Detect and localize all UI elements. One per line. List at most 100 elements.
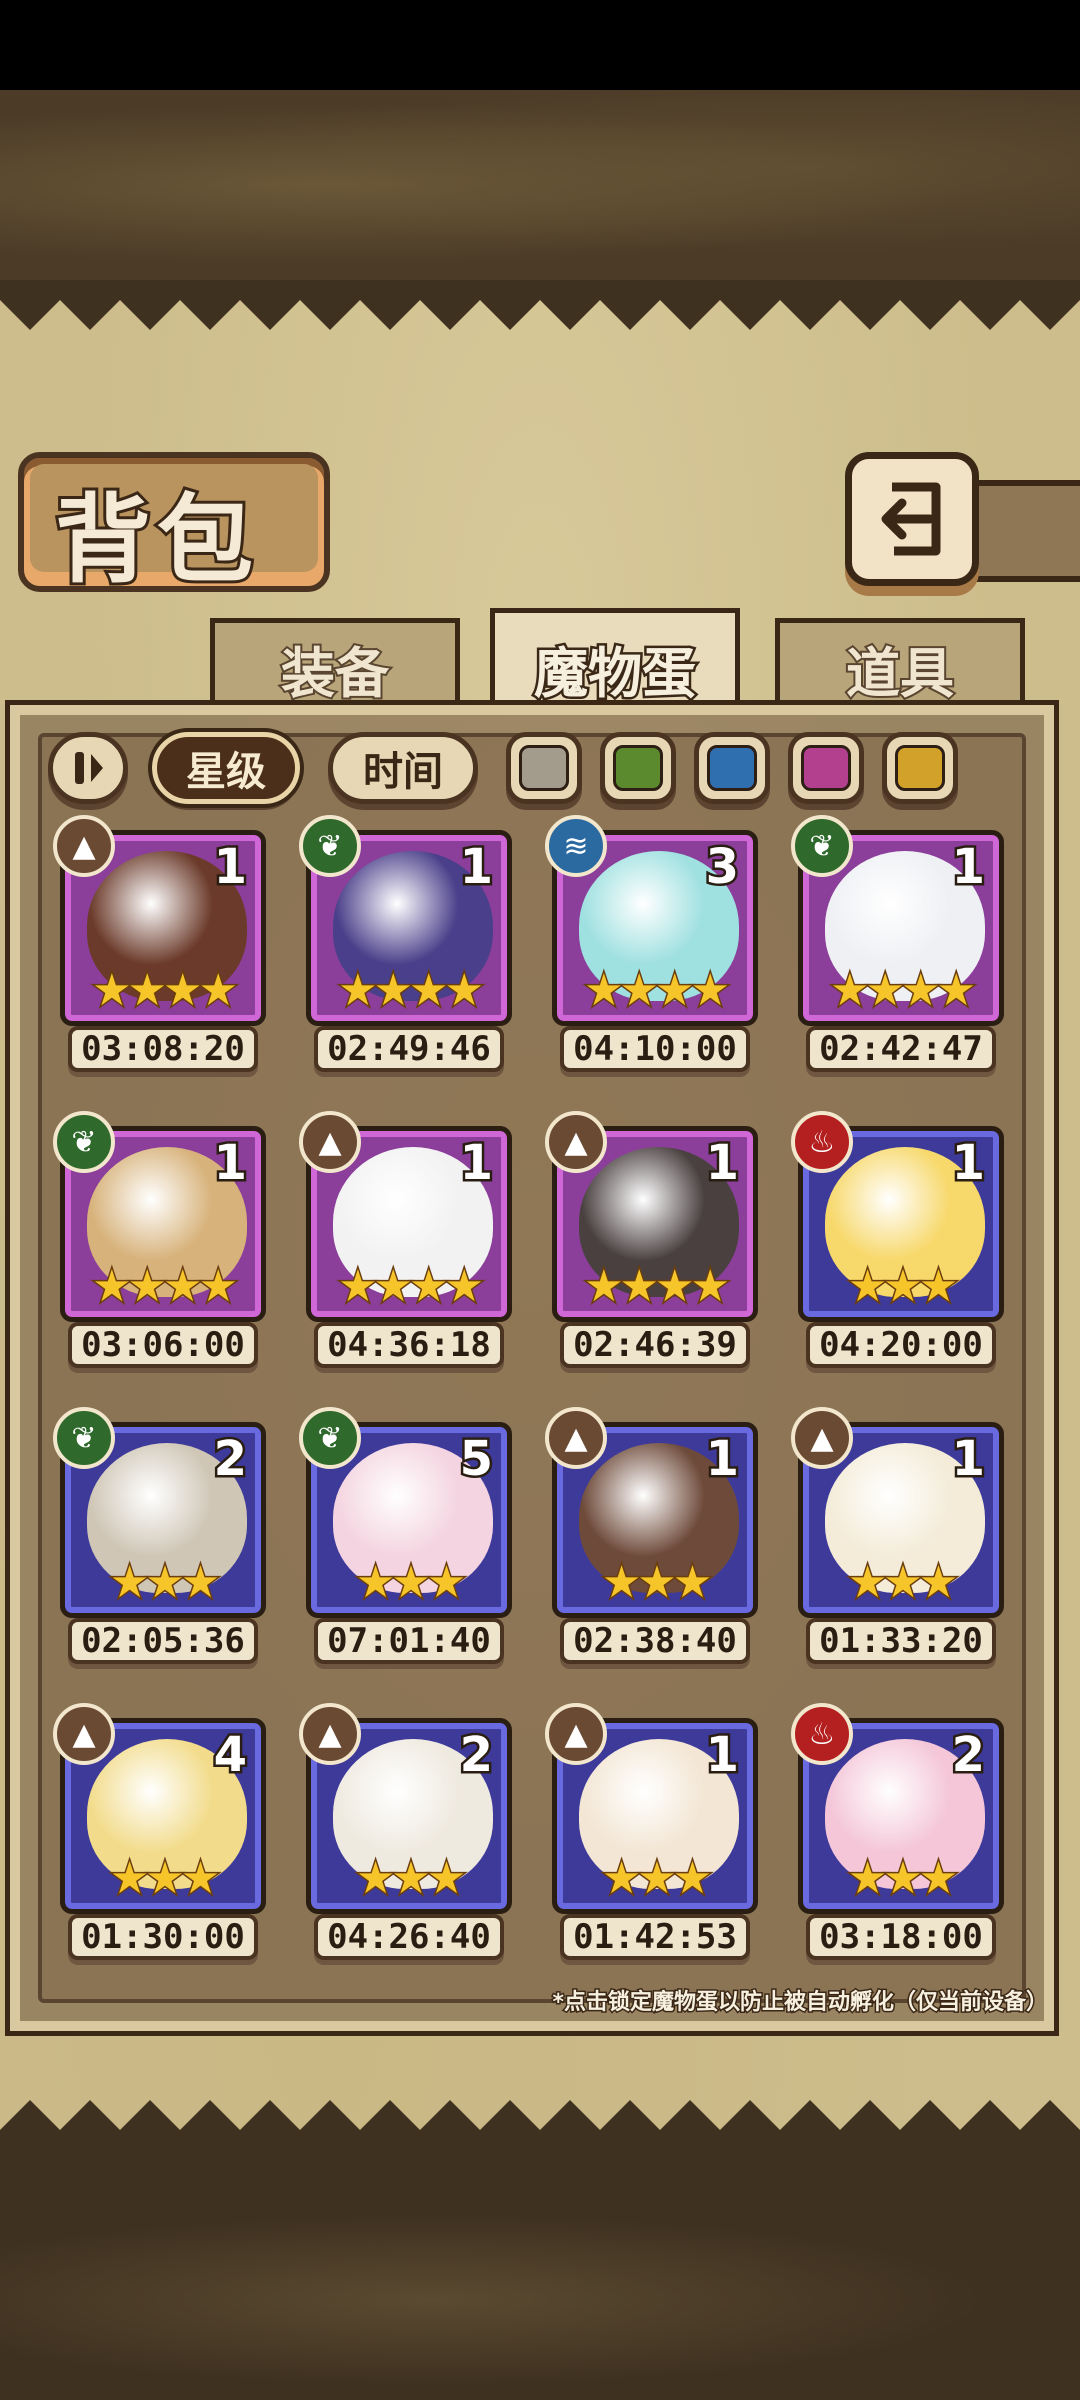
pause-icon [75,752,103,784]
egg-count: 3 [703,837,741,898]
hatch-timer: 02:46:39 [560,1322,750,1368]
egg-count: 1 [949,1133,987,1194]
egg-count: 1 [703,1429,741,1490]
tab-equipment-label: 装备 [279,639,391,707]
egg-count: 1 [949,1429,987,1490]
egg-card[interactable]: ▲ 1 ★★★★ [299,1111,512,1322]
earth-element-icon: ▲ [791,1407,853,1469]
earth-element-icon: ▲ [545,1407,607,1469]
hatch-timer: 02:38:40 [560,1618,750,1664]
pause-button[interactable] [48,732,128,804]
egg-card[interactable]: ❦ 1 ★★★★ [299,815,512,1026]
filter-color-purple[interactable] [788,732,864,804]
water-element-icon: ≋ [545,815,607,877]
swatch-gold [895,745,945,791]
egg-card[interactable]: ▲ 1 ★★★ [545,1407,758,1618]
tab-items[interactable]: 道具 [775,618,1025,713]
leaf-element-icon: ❦ [53,1407,115,1469]
status-bar [0,0,1080,90]
earth-element-icon: ▲ [53,1703,115,1765]
star-rating: ★★★ [600,1853,713,1904]
earth-element-icon: ▲ [53,815,115,877]
tab-items-label: 道具 [844,639,956,707]
hatch-timer: 04:26:40 [314,1914,504,1960]
fire-element-icon: ♨ [791,1111,853,1173]
swatch-purple [801,745,851,791]
egg-count: 2 [211,1429,249,1490]
hatch-timer: 03:18:00 [806,1914,996,1960]
earth-element-icon: ▲ [545,1703,607,1765]
map-background-bottom [0,2200,1080,2400]
egg-card[interactable]: ♨ 2 ★★★ [791,1703,1004,1914]
hatch-timer: 01:30:00 [68,1914,258,1960]
egg-count: 1 [457,1133,495,1194]
hatch-timer: 02:05:36 [68,1618,258,1664]
hatch-timer: 04:36:18 [314,1322,504,1368]
egg-count: 5 [457,1429,495,1490]
fire-element-icon: ♨ [791,1703,853,1765]
egg-count: 2 [949,1725,987,1786]
torn-edge-top [0,280,1080,330]
page-title: 背包 [52,480,259,599]
star-rating: ★★★★ [583,1261,732,1312]
leaf-element-icon: ❦ [299,1407,361,1469]
star-rating: ★★★★ [337,965,486,1016]
star-rating: ★★★★ [583,965,732,1016]
leaf-element-icon: ❦ [791,815,853,877]
star-rating: ★★★ [108,1853,221,1904]
hatch-timer: 03:08:20 [68,1026,258,1072]
star-rating: ★★★ [846,1261,959,1312]
star-rating: ★★★★ [91,965,240,1016]
egg-card[interactable]: ❦ 1 ★★★★ [53,1111,266,1322]
lock-hint-footnote: *点击锁定魔物蛋以防止被自动孵化（仅当前设备） [551,1989,1050,2017]
tab-monster-eggs-label: 魔物蛋 [532,638,699,707]
egg-count: 1 [949,837,987,898]
map-background-top [0,90,1080,280]
tab-bar: 装备 魔物蛋 道具 [0,600,1080,723]
star-rating: ★★★ [354,1557,467,1608]
hatch-timer: 01:42:53 [560,1914,750,1960]
star-rating: ★★★ [600,1557,713,1608]
sort-by-star-label: 星级 [186,749,266,795]
egg-count: 1 [703,1725,741,1786]
filter-color-blue[interactable] [694,732,770,804]
egg-count: 4 [211,1725,249,1786]
egg-card[interactable]: ▲ 1 ★★★ [791,1407,1004,1618]
sort-by-star-button[interactable]: 星级 [148,728,304,808]
earth-element-icon: ▲ [299,1703,361,1765]
egg-card[interactable]: ▲ 1 ★★★ [545,1703,758,1914]
tab-equipment[interactable]: 装备 [210,618,460,713]
egg-card[interactable]: ❦ 5 ★★★ [299,1407,512,1618]
swatch-blue [707,745,757,791]
egg-count: 2 [457,1725,495,1786]
egg-card[interactable]: ▲ 1 ★★★★ [545,1111,758,1322]
egg-card[interactable]: ▲ 1 ★★★★ [53,815,266,1026]
star-rating: ★★★★ [91,1261,240,1312]
hatch-timer: 04:20:00 [806,1322,996,1368]
hatch-timer: 02:49:46 [314,1026,504,1072]
egg-card[interactable]: ♨ 1 ★★★ [791,1111,1004,1322]
egg-card[interactable]: ▲ 4 ★★★ [53,1703,266,1914]
hatch-timer: 04:10:00 [560,1026,750,1072]
egg-count: 1 [703,1133,741,1194]
egg-count: 1 [211,1133,249,1194]
return-arrow-icon [881,482,941,556]
egg-card[interactable]: ❦ 2 ★★★ [53,1407,266,1618]
egg-card[interactable]: ▲ 2 ★★★ [299,1703,512,1914]
sort-by-time-label: 时间 [363,749,443,795]
egg-count: 1 [457,837,495,898]
filter-color-green[interactable] [600,732,676,804]
torn-edge-bottom [0,2100,1080,2220]
hatch-timer: 02:42:47 [806,1026,996,1072]
egg-card[interactable]: ❦ 1 ★★★★ [791,815,1004,1026]
sort-by-time-button[interactable]: 时间 [328,732,478,804]
egg-card[interactable]: ≋ 3 ★★★★ [545,815,758,1026]
back-button[interactable] [845,452,979,586]
star-rating: ★★★ [108,1557,221,1608]
earth-element-icon: ▲ [299,1111,361,1173]
star-rating: ★★★★ [829,965,978,1016]
swatch-gray [519,745,569,791]
filter-color-gold[interactable] [882,732,958,804]
star-rating: ★★★ [846,1557,959,1608]
filter-color-gray[interactable] [506,732,582,804]
